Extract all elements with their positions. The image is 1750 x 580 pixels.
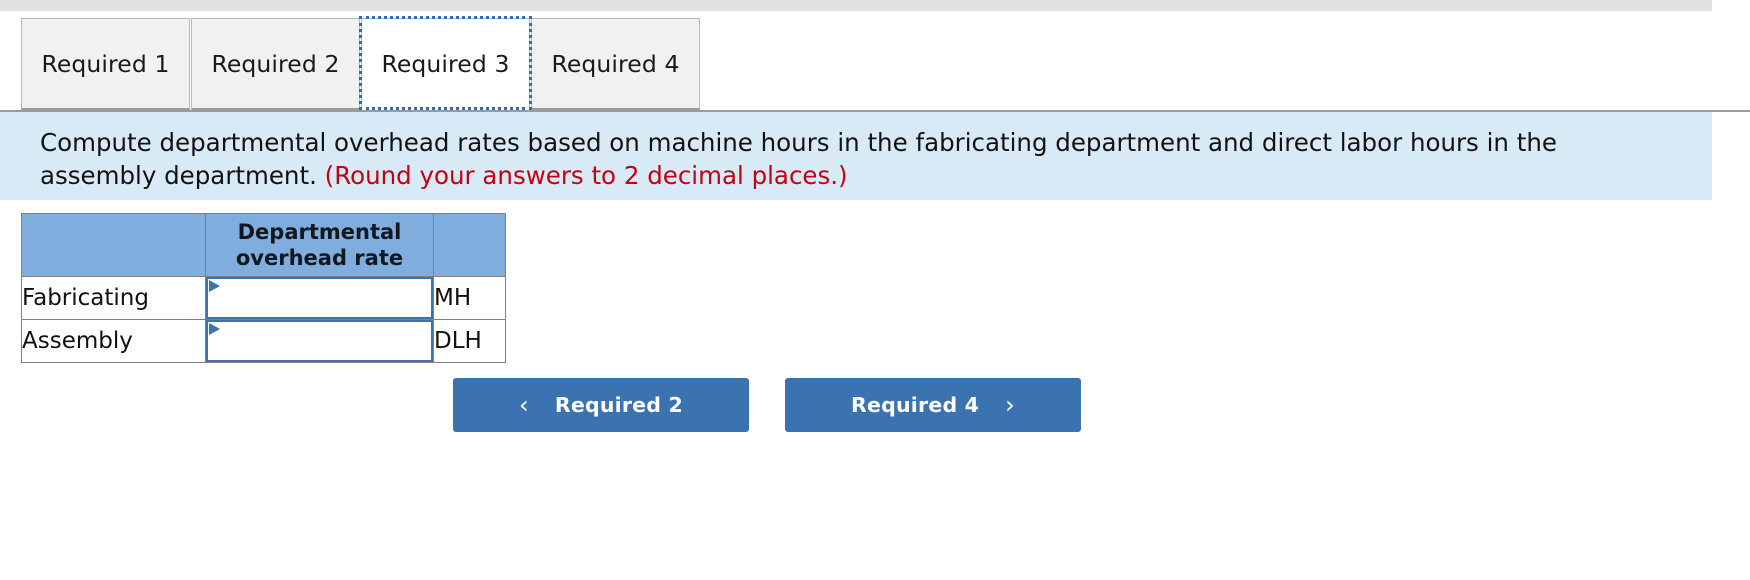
table-header-row: Departmental overhead rate: [21, 213, 506, 277]
tab-required-4[interactable]: Required 4: [531, 18, 700, 110]
tab-required-2-label: Required 2: [211, 49, 340, 78]
rate-cell-assembly[interactable]: [205, 319, 434, 363]
tab-required-1-label: Required 1: [41, 49, 170, 78]
rate-input-assembly[interactable]: [206, 320, 433, 362]
tab-strip: Required 1 Required 2 Required 3 Require…: [0, 16, 1750, 112]
unit-assembly: DLH: [433, 319, 506, 363]
table-header-blank-right: [433, 213, 506, 277]
table-header-overhead-rate-line1: Departmental: [237, 220, 402, 244]
instruction-text: Compute departmental overhead rates base…: [40, 126, 1680, 192]
table-header-blank-left: [21, 213, 206, 277]
row-label-fabricating: Fabricating: [21, 276, 206, 320]
departmental-overhead-rate-table: Departmental overhead rate Fabricating M…: [21, 213, 506, 363]
tab-required-3-label: Required 3: [381, 49, 510, 78]
previous-button-label: Required 2: [554, 393, 683, 417]
tab-required-2[interactable]: Required 2: [191, 18, 360, 110]
rounding-note: (Round your answers to 2 decimal places.…: [324, 161, 848, 190]
previous-required-2-button[interactable]: ‹ Required 2: [453, 378, 749, 432]
table-row-fabricating: Fabricating MH: [21, 276, 506, 320]
window-top-strip: [0, 0, 1712, 11]
table-row-assembly: Assembly DLH: [21, 319, 506, 363]
table-body: Fabricating MH Assembly DLH: [21, 276, 506, 363]
table-header-overhead-rate-line2: overhead rate: [235, 246, 404, 270]
row-label-assembly: Assembly: [21, 319, 206, 363]
chevron-left-icon: ‹: [519, 391, 529, 419]
table-header: Departmental overhead rate: [21, 213, 506, 277]
next-button-label: Required 4: [851, 393, 980, 417]
unit-fabricating: MH: [433, 276, 506, 320]
next-required-4-button[interactable]: Required 4 ›: [785, 378, 1081, 432]
tab-required-1[interactable]: Required 1: [21, 18, 190, 110]
rate-cell-fabricating[interactable]: [205, 276, 434, 320]
tab-required-4-label: Required 4: [551, 49, 680, 78]
chevron-right-icon: ›: [1005, 391, 1015, 419]
rate-input-fabricating[interactable]: [206, 277, 433, 319]
tab-required-3[interactable]: Required 3: [361, 18, 530, 110]
instruction-banner: Compute departmental overhead rates base…: [0, 112, 1712, 200]
table-header-overhead-rate: Departmental overhead rate: [205, 213, 434, 277]
